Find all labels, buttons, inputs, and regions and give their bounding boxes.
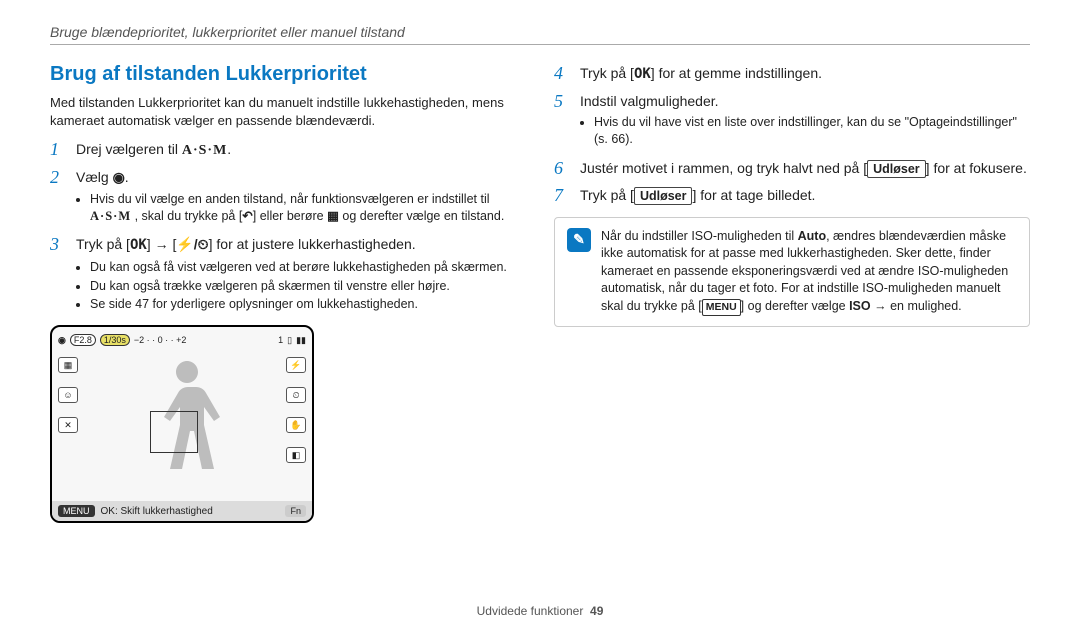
lcd-side-icon: ◧ <box>286 447 306 463</box>
step6-text: Justér motivet i rammen, og tryk halvt n… <box>580 158 1027 180</box>
mode-shutter-icon: ◉ <box>58 335 66 346</box>
lcd-menu-button: MENU <box>58 505 95 517</box>
step-number: 1 <box>50 139 68 161</box>
step3-note: Se side 47 for yderligere oplysninger om… <box>90 296 507 313</box>
mode-asm-icon: A·S·M <box>182 141 227 161</box>
lcd-hint: OK: Skift lukkerhastighed <box>101 506 213 517</box>
card-icon: ▯ <box>287 335 292 346</box>
step5-text: Indstil valgmuligheder. <box>580 93 719 109</box>
step7-text: Tryk på [Udløser] for at tage billedet. <box>580 185 815 207</box>
lcd-ev-scale: −2 · · 0 · · +2 <box>134 335 187 345</box>
info-icon: ✎ <box>567 228 591 252</box>
shutter-button-label: Udløser <box>634 187 693 205</box>
step-number: 5 <box>554 91 572 152</box>
info-note: ✎ Når du indstiller ISO-muligheden til A… <box>554 217 1030 327</box>
breadcrumb: Bruge blændeprioritet, lukkerprioritet e… <box>50 24 1030 45</box>
step-number: 4 <box>554 63 572 85</box>
home-icon: ▦ <box>327 208 339 225</box>
lcd-side-icon: ⚡ <box>286 357 306 373</box>
step2-note: Hvis du vil vælge en anden tilstand, når… <box>90 191 526 225</box>
step-number: 6 <box>554 158 572 180</box>
step1-text: Drej vælgeren til <box>76 141 182 157</box>
lcd-side-icon: ⏲ <box>286 387 306 403</box>
battery-icon: ▮▮ <box>296 335 306 346</box>
shutter-button-label: Udløser <box>867 160 926 178</box>
lcd-shot-count: 1 <box>278 335 283 345</box>
page-footer: Udvidede funktioner 49 <box>0 604 1080 618</box>
lcd-shutter: 1/30s <box>100 334 130 346</box>
step-number: 2 <box>50 167 68 228</box>
lcd-side-icon: ☺ <box>58 387 78 403</box>
menu-key: MENU <box>702 299 741 316</box>
step-number: 3 <box>50 234 68 317</box>
lcd-side-icon: ▦ <box>58 357 78 373</box>
lcd-aperture: F2.8 <box>70 334 96 346</box>
mode-shutter-icon: ◉ <box>113 167 125 187</box>
step5-note: Hvis du vil have vist en liste over inds… <box>594 114 1030 148</box>
ok-key: OK <box>130 237 147 253</box>
lcd-fn-button: Fn <box>285 505 306 517</box>
back-icon: ↶ <box>242 208 252 225</box>
camera-lcd-preview: ◉ F2.8 1/30s −2 · · 0 · · +2 1 ▯ ▮▮ ▦ ☺ … <box>50 325 314 523</box>
info-text: Når du indstiller ISO-muligheden til Aut… <box>601 228 1017 316</box>
mode-asm-icon: A·S·M <box>90 209 131 223</box>
flash-timer-icon: ⚡/⏲ <box>176 234 208 254</box>
lcd-side-icon: ✕ <box>58 417 78 433</box>
step3-note: Du kan også trække vælgeren på skærmen t… <box>90 278 507 295</box>
step2-text: Vælg <box>76 169 113 185</box>
section-title: Brug af tilstanden Lukkerprioritet <box>50 63 526 86</box>
ok-key: OK <box>634 66 651 82</box>
lcd-focus-frame <box>150 411 198 453</box>
lcd-side-icon: ✋ <box>286 417 306 433</box>
step4-text: Tryk på [OK] for at gemme indstillingen. <box>580 63 822 85</box>
step3-note: Du kan også få vist vælgeren ved at berø… <box>90 259 507 276</box>
section-intro: Med tilstanden Lukkerprioritet kan du ma… <box>50 94 526 129</box>
step-number: 7 <box>554 185 572 207</box>
step3-text: Tryk på [OK] → [⚡/⏲] for at justere lukk… <box>76 236 416 252</box>
